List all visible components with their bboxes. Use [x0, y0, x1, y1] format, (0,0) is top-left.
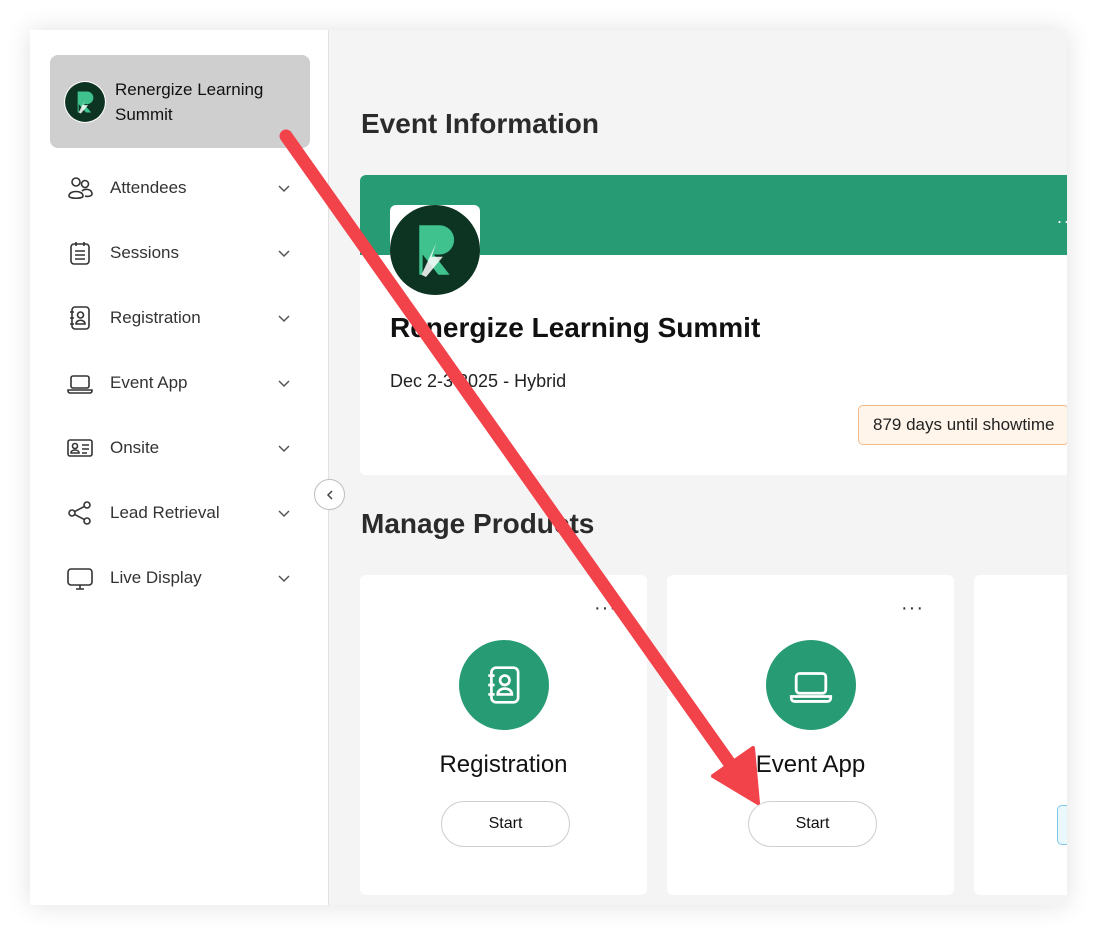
logo-r-icon [64, 80, 106, 123]
share-icon [65, 498, 95, 528]
more-icon[interactable]: ··· [594, 597, 617, 620]
event-name: Renergize Learning Summit [390, 312, 761, 343]
laptop-icon [65, 368, 95, 398]
laptop-icon [766, 640, 856, 730]
product-card-registration: ··· Registration Start [360, 575, 647, 895]
sidebar: Renergize Learning Summit Attendees Sess… [30, 30, 329, 905]
sidebar-item-lead-retrieval[interactable]: Lead Retrieval [30, 480, 329, 545]
registration-icon [459, 640, 549, 730]
badge-icon [65, 433, 95, 463]
product-name: Registration [439, 751, 568, 778]
partial-button[interactable] [1057, 805, 1067, 845]
product-name: Event App [755, 751, 866, 778]
event-date: Dec 2-3 2025 - Hybrid [390, 371, 567, 391]
sidebar-item-registration[interactable]: Registration [30, 285, 329, 350]
sidebar-item-label: Attendees [110, 177, 187, 197]
event-switcher[interactable]: Renergize Learning Summit [50, 55, 310, 148]
sidebar-item-attendees[interactable]: Attendees [30, 155, 329, 220]
chevron-down-icon [278, 379, 290, 387]
monitor-icon [65, 563, 95, 593]
sidebar-item-label: Live Display [110, 567, 202, 587]
sidebar-item-label: Lead Retrieval [110, 502, 220, 522]
collapse-sidebar-button[interactable] [314, 479, 345, 510]
sidebar-item-event-app[interactable]: Event App [30, 350, 329, 415]
event-app-start-button[interactable]: Start [748, 801, 877, 847]
countdown-badge: 879 days until showtime [858, 405, 1067, 445]
chevron-down-icon [278, 314, 290, 322]
logo-r-icon [390, 205, 480, 295]
app-frame: Renergize Learning Summit Attendees Sess… [30, 30, 1067, 905]
sidebar-item-onsite[interactable]: Onsite [30, 415, 329, 480]
sidebar-item-label: Sessions [110, 242, 179, 262]
sidebar-nav: Attendees Sessions Registration Event Ap… [30, 155, 329, 610]
more-icon[interactable]: ... [1057, 207, 1067, 228]
attendees-icon [65, 173, 95, 203]
chevron-down-icon [278, 509, 290, 517]
chevron-down-icon [278, 184, 290, 192]
sessions-icon [65, 238, 95, 268]
sidebar-item-label: Event App [110, 372, 188, 392]
registration-start-button[interactable]: Start [441, 801, 570, 847]
chevron-down-icon [278, 444, 290, 452]
sidebar-item-sessions[interactable]: Sessions [30, 220, 329, 285]
sidebar-item-label: Onsite [110, 437, 160, 457]
chevron-left-icon [326, 489, 333, 500]
product-card-partial [974, 575, 1067, 895]
more-icon[interactable]: ··· [901, 597, 924, 620]
manage-products-title: Manage Products [361, 508, 595, 539]
chevron-down-icon [278, 249, 290, 257]
product-card-event-app: ··· Event App Start [667, 575, 954, 895]
chevron-down-icon [278, 574, 290, 582]
sidebar-item-label: Registration [110, 307, 201, 327]
event-info-card: ... Renergize Learning Summit Dec 2-3 20… [360, 175, 1067, 475]
event-switcher-name: Renergize Learning Summit [115, 79, 264, 124]
sidebar-item-live-display[interactable]: Live Display [30, 545, 329, 610]
registration-icon [65, 303, 95, 333]
event-information-title: Event Information [361, 108, 600, 139]
